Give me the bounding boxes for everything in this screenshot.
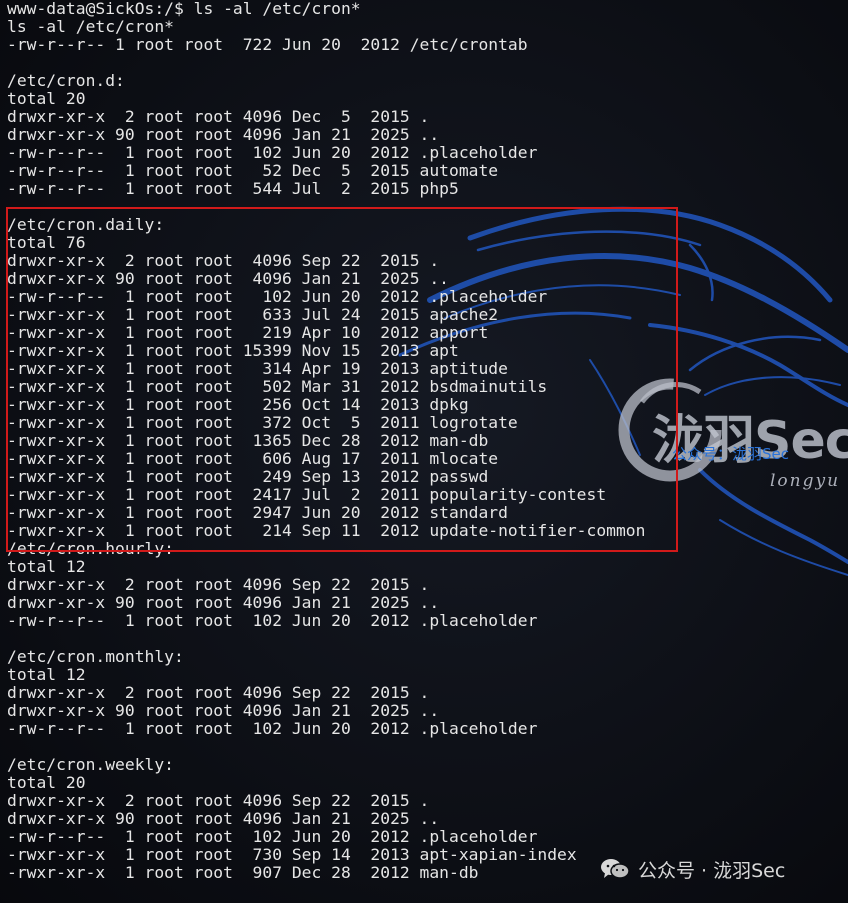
- terminal-line: total 12: [7, 557, 86, 576]
- terminal-line: total 76: [7, 233, 86, 252]
- terminal-line: drwxr-xr-x 90 root root 4096 Jan 21 2025…: [7, 809, 440, 828]
- footer-watermark: 公众号 · 泷羽Sec: [600, 856, 785, 882]
- terminal-line: -rwxr-xr-x 1 root root 2417 Jul 2 2011 p…: [7, 485, 607, 504]
- terminal-line: /etc/cron.monthly:: [7, 647, 184, 666]
- terminal-line: total 20: [7, 89, 86, 108]
- terminal-line: www-data@SickOs:/$ ls -al /etc/cron*: [7, 0, 361, 18]
- terminal-line: -rwxr-xr-x 1 root root 15399 Nov 15 2013…: [7, 341, 459, 360]
- terminal-line: drwxr-xr-x 2 root root 4096 Dec 5 2015 .: [7, 107, 430, 126]
- terminal-line: total 12: [7, 665, 86, 684]
- terminal-line: drwxr-xr-x 90 root root 4096 Jan 21 2025…: [7, 125, 440, 144]
- terminal-line: -rwxr-xr-x 1 root root 502 Mar 31 2012 b…: [7, 377, 548, 396]
- terminal-output[interactable]: www-data@SickOs:/$ ls -al /etc/cron* ls -…: [7, 0, 645, 882]
- terminal-line: -rw-r--r-- 1 root root 102 Jun 20 2012 .…: [7, 719, 538, 738]
- terminal-line: -rwxr-xr-x 1 root root 730 Sep 14 2013 a…: [7, 845, 577, 864]
- terminal-line: -rwxr-xr-x 1 root root 606 Aug 17 2011 m…: [7, 449, 499, 468]
- watermark-script: longyu: [770, 471, 841, 491]
- terminal-line: -rw-r--r-- 1 root root 102 Jun 20 2012 .…: [7, 287, 548, 306]
- terminal-line: /etc/cron.weekly:: [7, 755, 174, 774]
- terminal-line: -rw-r--r-- 1 root root 52 Dec 5 2015 aut…: [7, 161, 499, 180]
- terminal-line: -rwxr-xr-x 1 root root 372 Oct 5 2011 lo…: [7, 413, 518, 432]
- terminal-line: drwxr-xr-x 2 root root 4096 Sep 22 2015 …: [7, 683, 430, 702]
- terminal-line: drwxr-xr-x 90 root root 4096 Jan 21 2025…: [7, 593, 440, 612]
- terminal-line: -rwxr-xr-x 1 root root 219 Apr 10 2012 a…: [7, 323, 489, 342]
- watermark-subtitle: 公众号：泷羽Sec: [672, 445, 789, 463]
- terminal-line: -rwxr-xr-x 1 root root 907 Dec 28 2012 m…: [7, 863, 479, 882]
- terminal-line: -rw-r--r-- 1 root root 544 Jul 2 2015 ph…: [7, 179, 459, 198]
- terminal-line: /etc/cron.daily:: [7, 215, 165, 234]
- terminal-line: -rw-r--r-- 1 root root 102 Jun 20 2012 .…: [7, 143, 538, 162]
- terminal-line: drwxr-xr-x 2 root root 4096 Sep 22 2015 …: [7, 251, 440, 270]
- terminal-line: drwxr-xr-x 90 root root 4096 Jan 21 2025…: [7, 269, 449, 288]
- terminal-line: drwxr-xr-x 2 root root 4096 Sep 22 2015 …: [7, 791, 430, 810]
- terminal-line: -rwxr-xr-x 1 root root 249 Sep 13 2012 p…: [7, 467, 489, 486]
- terminal-line: drwxr-xr-x 2 root root 4096 Sep 22 2015 …: [7, 575, 430, 594]
- terminal-line: /etc/cron.hourly:: [7, 539, 174, 558]
- terminal-line: -rwxr-xr-x 1 root root 1365 Dec 28 2012 …: [7, 431, 489, 450]
- terminal-line: drwxr-xr-x 90 root root 4096 Jan 21 2025…: [7, 701, 440, 720]
- terminal-line: -rw-r--r-- 1 root root 722 Jun 20 2012 /…: [7, 35, 528, 54]
- terminal-line: -rwxr-xr-x 1 root root 256 Oct 14 2013 d…: [7, 395, 469, 414]
- terminal-line: -rw-r--r-- 1 root root 102 Jun 20 2012 .…: [7, 827, 538, 846]
- terminal-line: total 20: [7, 773, 86, 792]
- terminal-line: -rw-r--r-- 1 root root 102 Jun 20 2012 .…: [7, 611, 538, 630]
- terminal-line: -rwxr-xr-x 1 root root 2947 Jun 20 2012 …: [7, 503, 508, 522]
- terminal-line: -rwxr-xr-x 1 root root 633 Jul 24 2015 a…: [7, 305, 499, 324]
- footer-watermark-text: 公众号 · 泷羽Sec: [638, 859, 786, 882]
- terminal-line: -rwxr-xr-x 1 root root 214 Sep 11 2012 u…: [7, 521, 646, 540]
- wechat-icon: [601, 859, 630, 879]
- terminal-line: -rwxr-xr-x 1 root root 314 Apr 19 2013 a…: [7, 359, 508, 378]
- terminal-line: /etc/cron.d:: [7, 71, 125, 90]
- terminal-line: ls -al /etc/cron*: [7, 17, 174, 36]
